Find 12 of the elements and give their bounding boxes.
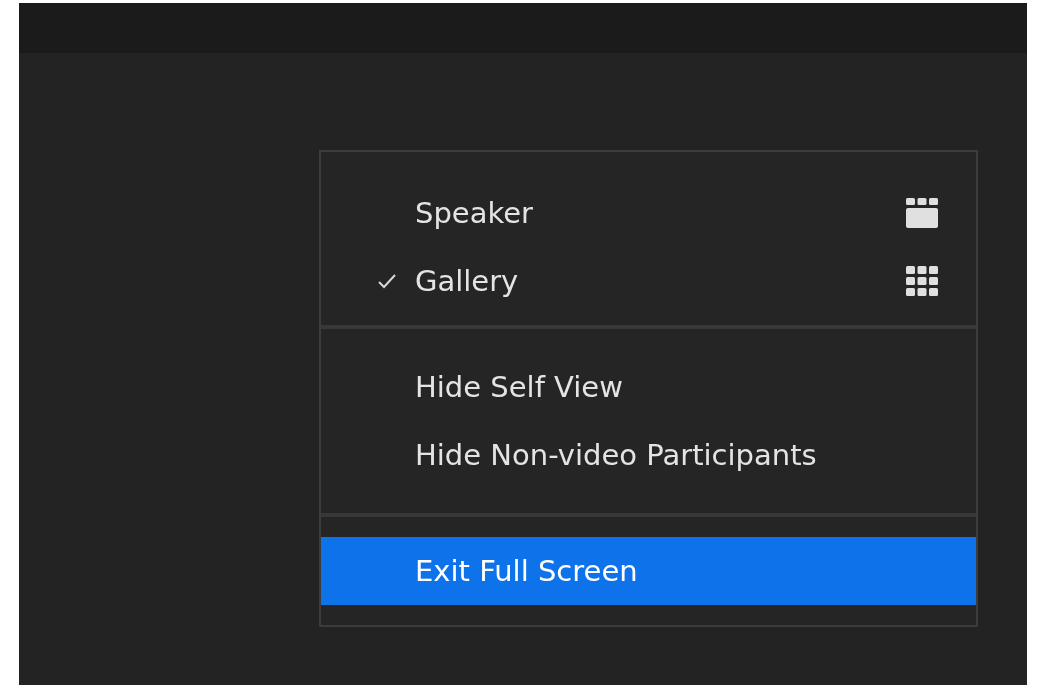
menu-item-label: Hide Non-video Participants [415,438,818,472]
menu-item[interactable]: Hide Non-video Participants [321,421,976,489]
menu-item-label: Speaker [415,196,534,230]
menu-item[interactable]: Hide Self View [321,353,976,421]
menu-item[interactable]: Exit Full Screen [321,537,976,605]
speaker-layout-icon [906,198,938,228]
menu-item[interactable]: Speaker [321,179,976,247]
menu-item-label: Hide Self View [415,370,624,404]
menu-item-label: Gallery [415,264,520,298]
menu-item[interactable]: Gallery [321,247,976,315]
grid-icon [906,266,938,296]
menu-item-label: Exit Full Screen [415,554,639,588]
